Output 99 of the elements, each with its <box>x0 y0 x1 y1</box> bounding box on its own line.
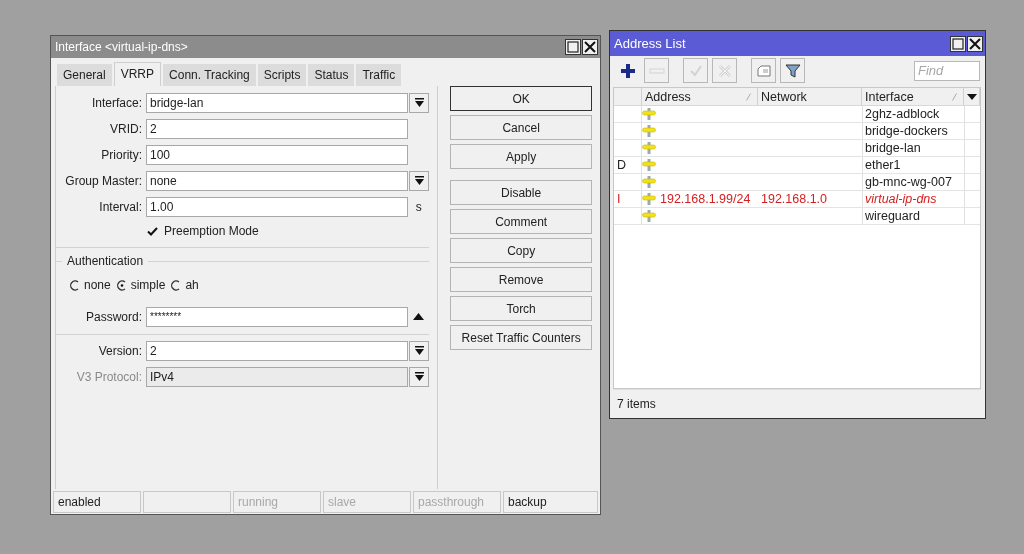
close-button[interactable] <box>582 39 598 55</box>
table-row[interactable]: I 192.168.1.99/24 192.168.1.0 virtual-ip-dns <box>614 191 980 208</box>
note-icon <box>755 62 772 79</box>
field-label: Version: <box>97 343 143 358</box>
address-icon <box>642 176 656 188</box>
close-icon <box>584 41 596 53</box>
interface-cell: ether1 <box>865 158 901 172</box>
dropdown-field[interactable]: bridge-lan <box>146 92 409 113</box>
network-cell: 192.168.1.0 <box>761 192 828 206</box>
dropdown-button[interactable] <box>409 92 430 113</box>
checkbox-label: Preemption Mode <box>164 224 259 238</box>
status-field: slave <box>323 491 411 513</box>
maximize-icon <box>567 41 579 53</box>
maximize-button[interactable] <box>565 39 581 55</box>
table-row[interactable]: bridge-dockers <box>614 123 980 140</box>
interface-cell: bridge-lan <box>865 141 921 155</box>
dialog-button[interactable]: Apply <box>450 144 592 169</box>
radio-label: ah <box>185 278 199 292</box>
tab[interactable]: VRRP <box>113 62 162 86</box>
status-field: passthrough <box>413 491 501 513</box>
close-button[interactable] <box>967 35 983 52</box>
input-field[interactable]: 1.00 <box>146 196 409 217</box>
interface-cell: 2ghz-adblock <box>865 107 940 121</box>
add-icon <box>619 62 636 79</box>
field-label: Password: <box>84 309 143 324</box>
section-title: Authentication <box>67 254 144 268</box>
field-label: VRID: <box>109 121 143 136</box>
action-button[interactable]: Disable <box>450 180 592 205</box>
triangle-up-icon[interactable] <box>413 313 425 320</box>
address-icon <box>642 210 656 222</box>
tab[interactable]: General <box>57 64 112 86</box>
action-button[interactable]: Reset Traffic Counters <box>450 325 592 350</box>
action-button[interactable]: Comment <box>450 209 592 234</box>
field-label: V3 Protocol: <box>75 369 143 384</box>
interface-cell: gb-mnc-wg-007 <box>865 175 952 189</box>
column-header[interactable]: Network <box>758 88 862 105</box>
toolbar-button[interactable] <box>780 58 805 83</box>
tab[interactable]: Conn. Tracking <box>163 64 256 86</box>
item-count: 7 items <box>617 397 656 411</box>
flag-cell: I <box>617 192 621 206</box>
column-menu-icon[interactable] <box>966 93 977 100</box>
tab[interactable]: Traffic <box>356 64 402 86</box>
status-field: backup <box>503 491 598 513</box>
dropdown-arrow-icon <box>414 97 424 108</box>
window-title: Address List <box>614 36 687 51</box>
filter-icon <box>784 62 801 79</box>
status-field: enabled <box>53 491 141 513</box>
table-row[interactable]: gb-mnc-wg-007 <box>614 174 980 191</box>
action-button[interactable]: Copy <box>450 238 592 263</box>
interface-cell: bridge-dockers <box>865 124 948 138</box>
password-field[interactable]: ******** <box>146 306 409 327</box>
dropdown-arrow-icon <box>414 371 424 382</box>
dropdown-field[interactable]: none <box>146 170 409 191</box>
cross-icon <box>716 62 733 79</box>
window-title: Interface <virtual-ip-dns> <box>55 40 189 54</box>
radio-button[interactable] <box>70 279 80 291</box>
field-label: Group Master: <box>64 173 143 188</box>
address-icon <box>642 125 656 137</box>
tab[interactable]: Status <box>308 64 355 86</box>
input-field[interactable]: 100 <box>146 144 409 165</box>
dialog-button[interactable]: OK <box>450 86 592 111</box>
address-icon <box>642 142 656 154</box>
table-row[interactable]: wireguard <box>614 208 980 225</box>
dialog-button[interactable]: Cancel <box>450 115 592 140</box>
dropdown-arrow-icon <box>414 175 424 186</box>
dropdown-button[interactable] <box>409 366 430 387</box>
maximize-icon <box>952 37 964 50</box>
address-icon <box>642 159 656 171</box>
interface-cell: virtual-ip-dns <box>865 192 937 206</box>
radio-button[interactable] <box>116 279 127 291</box>
radio-label: simple <box>130 278 166 292</box>
field-label: Interface: <box>90 95 143 110</box>
close-icon <box>969 37 981 50</box>
address-cell: 192.168.1.99/24 <box>660 192 751 206</box>
dropdown-button[interactable] <box>409 340 430 361</box>
tab[interactable]: Scripts <box>257 64 307 86</box>
dropdown-field[interactable]: 2 <box>146 340 409 361</box>
flag-cell: D <box>617 158 627 172</box>
address-icon <box>642 193 656 205</box>
field-label: Priority: <box>100 147 143 162</box>
input-field[interactable]: 2 <box>146 118 409 139</box>
column-header[interactable]: Address <box>642 88 758 105</box>
radio-label: none <box>84 278 111 292</box>
status-field: running <box>233 491 321 513</box>
action-button[interactable]: Torch <box>450 296 592 321</box>
interface-cell: wireguard <box>865 209 920 223</box>
find-field[interactable]: Find <box>914 60 980 81</box>
dropdown-button[interactable] <box>409 170 430 191</box>
column-header[interactable]: Interface <box>862 88 964 105</box>
address-icon <box>642 108 656 120</box>
action-button[interactable]: Remove <box>450 267 592 292</box>
dropdown-arrow-icon <box>414 345 424 356</box>
table-row[interactable]: 2ghz-adblock <box>614 106 980 123</box>
unit-label: s <box>414 199 423 214</box>
table-row[interactable]: D ether1 <box>614 157 980 174</box>
maximize-button[interactable] <box>950 35 966 52</box>
table-row[interactable]: bridge-lan <box>614 140 980 157</box>
field-label: Interval: <box>98 199 143 214</box>
radio-button[interactable] <box>171 279 182 291</box>
